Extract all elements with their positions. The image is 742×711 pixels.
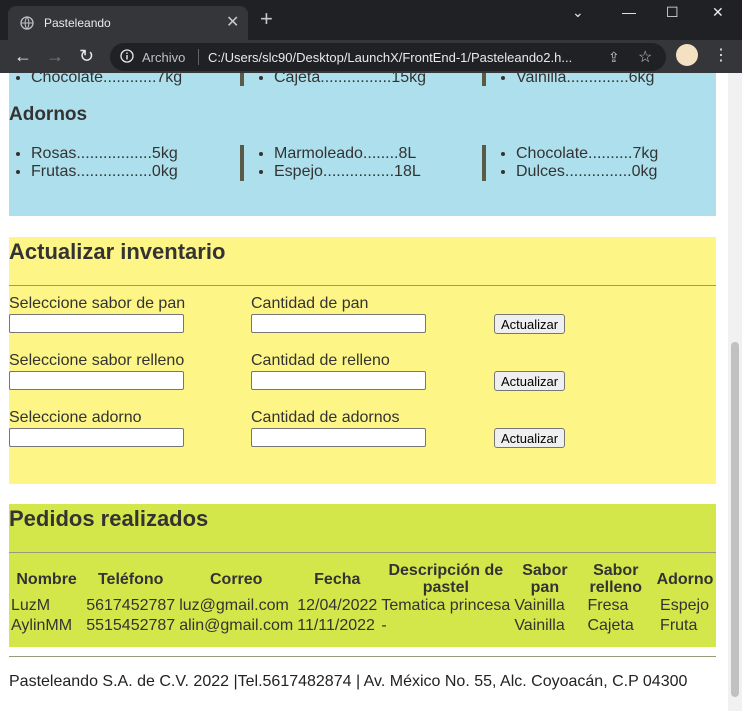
- table-cell: 5617452787: [86, 597, 176, 614]
- inventory-col-2: Cajeta................15kg: [252, 73, 426, 87]
- table-cell: Vainilla: [514, 597, 565, 614]
- list-item: Chocolate..........7kg: [516, 145, 658, 163]
- update-inventory-section: Actualizar inventario Seleccione sabor d…: [9, 237, 716, 484]
- filling-qty-label: Cantidad de relleno: [251, 352, 390, 369]
- divider: [9, 656, 716, 657]
- decoration-input[interactable]: [9, 428, 184, 447]
- inventory-col-1: Chocolate............7kg: [9, 73, 182, 87]
- window-close-icon[interactable]: ✕: [712, 4, 724, 21]
- adornos-heading: Adornos: [9, 104, 88, 125]
- filling-flavor-label: Seleccione sabor relleno: [9, 352, 185, 369]
- list-item: Espejo................18L: [274, 163, 421, 181]
- decoration-label: Seleccione adorno: [9, 409, 142, 426]
- info-icon[interactable]: [120, 49, 134, 63]
- filling-qty-input[interactable]: [251, 371, 426, 390]
- column-header: Adorno: [656, 570, 714, 588]
- maximize-icon[interactable]: ☐: [666, 4, 679, 21]
- table-cell: 11/11/2022: [297, 617, 375, 634]
- address-bar[interactable]: Archivo C:/Users/slc90/Desktop/LaunchX/F…: [110, 43, 666, 71]
- profile-avatar[interactable]: [676, 44, 698, 66]
- column-header: Nombre: [16, 570, 77, 588]
- browser-toolbar: ← → ↻ Archivo C:/Users/slc90/Desktop/Lau…: [0, 40, 742, 73]
- bread-flavor-label: Seleccione sabor de pan: [9, 295, 186, 312]
- divider: [9, 285, 716, 286]
- table-cell: Fresa: [587, 597, 629, 614]
- divider: [482, 73, 486, 86]
- column-header: Fecha: [314, 570, 361, 588]
- tab-title: Pasteleando: [44, 16, 111, 30]
- decoration-qty-label: Cantidad de adornos: [251, 409, 400, 426]
- table-cell: 12/04/2022: [297, 597, 378, 614]
- divider: [240, 73, 244, 86]
- divider: [9, 552, 716, 553]
- update-filling-button[interactable]: Actualizar: [494, 371, 566, 391]
- update-decoration-button[interactable]: Actualizar: [494, 428, 566, 448]
- table-header-row: Nombre Teléfono Correo Fecha Descripción…: [9, 562, 716, 596]
- browser-chrome: Pasteleando ✕ + ⌄ — ☐ ✕ ← → ↻ Archivo C:…: [0, 0, 742, 73]
- back-icon[interactable]: ←: [14, 46, 32, 67]
- list-item: Rosas.................5kg: [31, 145, 178, 163]
- inventory-section: Chocolate............7kg Cajeta.........…: [9, 73, 716, 216]
- reload-icon[interactable]: ↻: [79, 46, 94, 67]
- bread-qty-input[interactable]: [251, 314, 426, 333]
- bread-flavor-input[interactable]: [9, 314, 184, 333]
- list-item: Frutas.................0kg: [31, 163, 178, 181]
- omnibox-separator: [198, 49, 199, 65]
- divider: [240, 145, 244, 181]
- table-cell: Espejo: [660, 597, 709, 614]
- table-cell: Fruta: [660, 617, 698, 634]
- chevron-down-icon[interactable]: ⌄: [572, 4, 584, 21]
- table-cell: 5515452787: [86, 617, 176, 634]
- adornos-col-3: Chocolate..........7kg Dulces...........…: [494, 145, 658, 181]
- column-header: Teléfono: [97, 570, 164, 588]
- column-header: Correo: [209, 570, 263, 588]
- list-item: Cajeta................15kg: [274, 73, 426, 87]
- orders-title: Pedidos realizados: [9, 506, 209, 531]
- scheme-label: Archivo: [142, 50, 186, 65]
- kebab-menu-icon[interactable]: ⋮: [713, 45, 729, 65]
- filling-flavor-input[interactable]: [9, 371, 184, 390]
- table-cell: LuzM: [11, 597, 51, 614]
- orders-section: Pedidos realizados Nombre Teléfono Corre…: [9, 504, 716, 647]
- table-cell: alin@gmail.com: [179, 617, 294, 634]
- inventory-col-3: Vainilla..............6kg: [494, 73, 654, 87]
- list-item: Chocolate............7kg: [31, 73, 182, 87]
- adornos-col-1: Rosas.................5kg Frutas........…: [9, 145, 178, 181]
- new-tab-icon[interactable]: +: [260, 6, 273, 32]
- list-item: Dulces...............0kg: [516, 163, 658, 181]
- table-cell: Tematica princesa: [381, 597, 511, 614]
- update-bread-button[interactable]: Actualizar: [494, 314, 566, 334]
- bread-qty-label: Cantidad de pan: [251, 295, 369, 312]
- browser-tab[interactable]: Pasteleando ✕: [8, 6, 248, 40]
- orders-table: Nombre Teléfono Correo Fecha Descripción…: [9, 562, 716, 636]
- table-cell: luz@gmail.com: [179, 597, 289, 614]
- globe-icon: [20, 16, 34, 30]
- share-icon[interactable]: ⇪: [608, 49, 620, 66]
- list-item: Vainilla..............6kg: [516, 73, 654, 87]
- adornos-col-2: Marmoleado........8L Espejo.............…: [252, 145, 421, 181]
- footer-text: Pasteleando S.A. de C.V. 2022 |Tel.56174…: [9, 673, 688, 690]
- column-header: Sabor pan: [522, 562, 568, 596]
- forward-icon[interactable]: →: [46, 46, 64, 67]
- table-cell: AylinMM: [11, 617, 73, 634]
- url-text[interactable]: C:/Users/slc90/Desktop/LaunchX/FrontEnd-…: [208, 50, 572, 65]
- column-header: Sabor relleno: [589, 562, 642, 596]
- table-cell: Cajeta: [587, 617, 634, 634]
- scrollbar-thumb[interactable]: [731, 342, 739, 697]
- table-row: AylinMM 5515452787 alin@gmail.com 11/11/…: [9, 616, 716, 636]
- list-item: Marmoleado........8L: [274, 145, 421, 163]
- table-cell: Vainilla: [514, 617, 565, 634]
- table-cell: -: [381, 617, 387, 634]
- column-header: Descripción de pastel: [388, 562, 504, 596]
- update-inventory-title: Actualizar inventario: [9, 239, 226, 264]
- divider: [482, 145, 486, 181]
- decoration-qty-input[interactable]: [251, 428, 426, 447]
- page-viewport: Chocolate............7kg Cajeta.........…: [0, 73, 728, 711]
- tab-close-icon[interactable]: ✕: [226, 12, 239, 32]
- minimize-icon[interactable]: —: [622, 4, 636, 20]
- bookmark-star-icon[interactable]: ☆: [638, 47, 652, 67]
- table-row: LuzM 5617452787 luz@gmail.com 12/04/2022…: [9, 596, 716, 616]
